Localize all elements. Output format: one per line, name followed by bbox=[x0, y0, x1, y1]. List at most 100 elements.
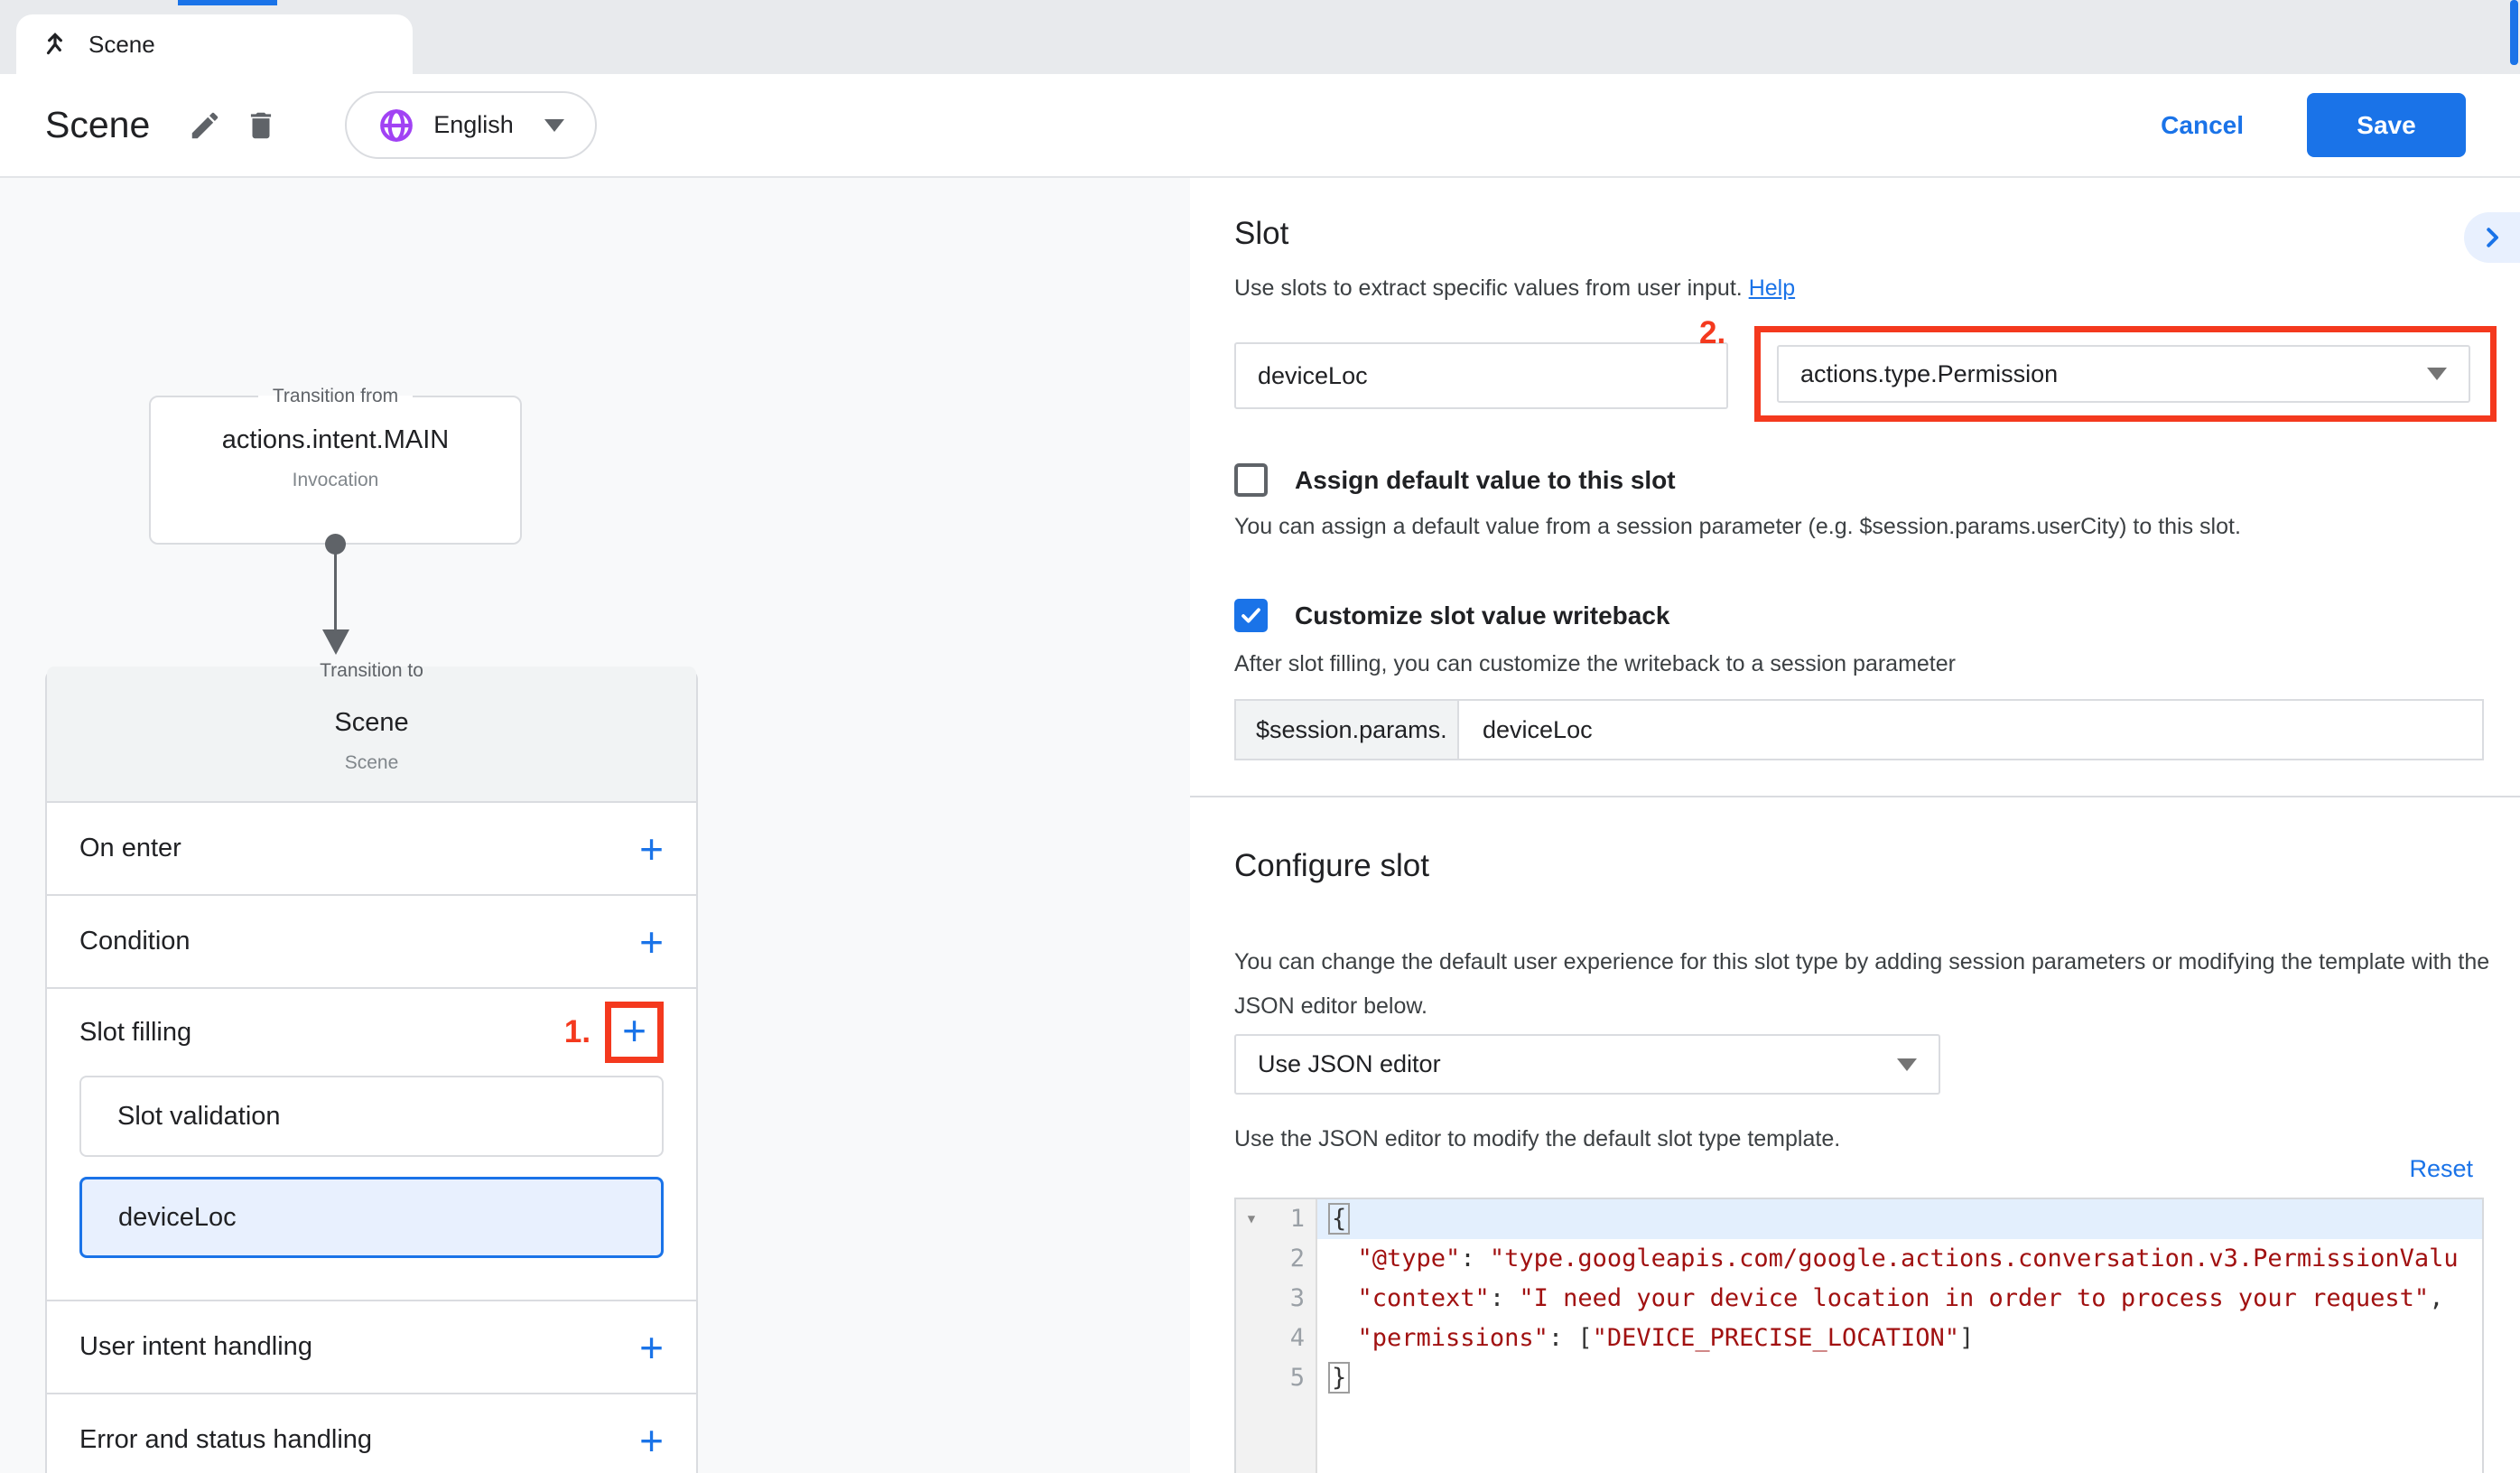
connector-arrowhead-icon bbox=[322, 629, 349, 655]
scene-header: Scene English Cancel Save bbox=[0, 74, 2520, 178]
scene-node-title: Scene bbox=[47, 708, 696, 738]
json-editor-lines: ▼1{2 "@type": "type.googleapis.com/googl… bbox=[1236, 1199, 2482, 1398]
scene-icon bbox=[40, 29, 70, 60]
gutter-cell: ▼1 bbox=[1236, 1199, 1317, 1239]
slot-heading: Slot bbox=[1234, 216, 1288, 252]
dropdown-arrow-icon bbox=[1897, 1058, 1917, 1071]
code-line-4[interactable]: 4 "permissions": ["DEVICE_PRECISE_LOCATI… bbox=[1236, 1319, 2482, 1358]
writeback-param-input[interactable] bbox=[1459, 701, 2482, 759]
slot-description: Use slots to extract specific values fro… bbox=[1234, 275, 1795, 302]
code-content[interactable]: { bbox=[1317, 1199, 2482, 1239]
scrollbar-thumb[interactable] bbox=[2510, 0, 2518, 65]
gutter-cell: 2 bbox=[1236, 1239, 1317, 1279]
language-label: English bbox=[433, 111, 514, 139]
fold-arrow-icon[interactable]: ▼ bbox=[1236, 1199, 1267, 1239]
add-slot-button[interactable]: + bbox=[622, 1010, 646, 1051]
annotation-step-1: 1. bbox=[564, 1014, 590, 1050]
transition-to-card: Transition to Scene Scene On enter + Con… bbox=[45, 660, 698, 1473]
code-content[interactable]: } bbox=[1317, 1358, 2482, 1398]
chevron-down-icon bbox=[544, 119, 564, 132]
scene-node-subtitle: Scene bbox=[345, 752, 399, 773]
browser-tab-indicator bbox=[178, 0, 277, 5]
checkmark-icon bbox=[1239, 603, 1263, 628]
row-condition: Condition + bbox=[47, 894, 696, 987]
save-button[interactable]: Save bbox=[2307, 93, 2466, 157]
slot-validation-label: Slot validation bbox=[117, 1102, 281, 1132]
row-user-intent: User intent handling + bbox=[47, 1300, 696, 1393]
delete-scene-button[interactable] bbox=[233, 98, 289, 154]
language-selector[interactable]: English bbox=[345, 91, 597, 159]
reset-button[interactable]: Reset bbox=[2409, 1155, 2473, 1183]
help-link[interactable]: Help bbox=[1749, 275, 1795, 301]
slot-detail-panel: Slot Use slots to extract specific value… bbox=[1190, 178, 2520, 1473]
writeback-param-group: $session.params. bbox=[1234, 699, 2484, 760]
slot-validation-item[interactable]: Slot validation bbox=[79, 1076, 664, 1157]
code-content[interactable]: "context": "I need your device location … bbox=[1317, 1279, 2482, 1319]
code-line-1[interactable]: ▼1{ bbox=[1236, 1199, 2482, 1239]
slot-description-text: Use slots to extract specific values fro… bbox=[1234, 275, 1743, 301]
tab-scene[interactable]: Scene bbox=[16, 14, 413, 74]
line-number: 2 bbox=[1267, 1239, 1317, 1279]
slot-name-input[interactable] bbox=[1234, 342, 1728, 409]
annotation-box-1: + bbox=[605, 1002, 664, 1063]
slot-filling-label: Slot filling bbox=[79, 1018, 564, 1048]
configure-description: You can change the default user experien… bbox=[1234, 940, 2520, 1029]
page-title: Scene bbox=[45, 104, 150, 146]
slot-type-dropdown[interactable]: actions.type.Permission bbox=[1777, 345, 2470, 403]
json-editor[interactable]: ▼1{2 "@type": "type.googleapis.com/googl… bbox=[1234, 1198, 2484, 1473]
code-content[interactable]: "permissions": ["DEVICE_PRECISE_LOCATION… bbox=[1317, 1319, 2482, 1358]
scene-node-header[interactable]: Scene Scene bbox=[47, 667, 696, 801]
writeback-row: Customize slot value writeback bbox=[1234, 599, 1669, 632]
transition-from-legend: Transition from bbox=[258, 386, 413, 407]
code-content[interactable]: "@type": "type.googleapis.com/google.act… bbox=[1317, 1239, 2482, 1279]
writeback-label: Customize slot value writeback bbox=[1295, 601, 1669, 630]
connector-line bbox=[334, 552, 337, 631]
add-user-intent-button[interactable]: + bbox=[639, 1327, 664, 1368]
chevron-right-icon bbox=[2478, 224, 2506, 251]
slot-type-value: actions.type.Permission bbox=[1800, 360, 2058, 388]
line-number: 1 bbox=[1267, 1199, 1317, 1239]
code-line-2[interactable]: 2 "@type": "type.googleapis.com/google.a… bbox=[1236, 1239, 2482, 1279]
error-status-label: Error and status handling bbox=[79, 1425, 639, 1455]
intent-name: actions.intent.MAIN bbox=[222, 425, 449, 455]
assign-default-label: Assign default value to this slot bbox=[1295, 466, 1676, 495]
transition-from-node[interactable]: Transition from actions.intent.MAIN Invo… bbox=[149, 386, 522, 545]
gutter-cell: 5 bbox=[1236, 1358, 1317, 1398]
assign-default-description: You can assign a default value from a se… bbox=[1234, 514, 2241, 540]
trash-icon bbox=[244, 108, 278, 143]
tab-bar: Scene bbox=[0, 0, 2520, 74]
globe-icon bbox=[377, 107, 415, 145]
assign-default-row: Assign default value to this slot bbox=[1234, 463, 1676, 497]
assign-default-checkbox[interactable] bbox=[1234, 463, 1268, 497]
configure-slot-heading: Configure slot bbox=[1234, 848, 1429, 884]
code-line-5[interactable]: 5} bbox=[1236, 1358, 2482, 1398]
gutter-cell: 3 bbox=[1236, 1279, 1317, 1319]
edit-scene-button[interactable] bbox=[177, 98, 233, 154]
condition-label: Condition bbox=[79, 927, 639, 956]
row-on-enter: On enter + bbox=[47, 801, 696, 894]
session-params-prefix: $session.params. bbox=[1236, 701, 1459, 759]
annotation-box-2: actions.type.Permission bbox=[1754, 326, 2497, 422]
slot-item-label: deviceLoc bbox=[118, 1203, 237, 1233]
editor-mode-dropdown[interactable]: Use JSON editor bbox=[1234, 1034, 1940, 1095]
scene-flow-canvas: Transition from actions.intent.MAIN Invo… bbox=[0, 178, 1190, 1473]
add-condition-button[interactable]: + bbox=[639, 921, 664, 963]
intent-type: Invocation bbox=[293, 470, 379, 491]
slot-item-deviceloc[interactable]: deviceLoc bbox=[79, 1177, 664, 1258]
row-error-status: Error and status handling + bbox=[47, 1393, 696, 1473]
writeback-checkbox[interactable] bbox=[1234, 599, 1268, 632]
code-line-3[interactable]: 3 "context": "I need your device locatio… bbox=[1236, 1279, 2482, 1319]
transition-to-legend: Transition to bbox=[305, 660, 438, 682]
line-number: 3 bbox=[1267, 1279, 1317, 1319]
add-on-enter-button[interactable]: + bbox=[639, 828, 664, 870]
annotation-step-2: 2. bbox=[1699, 315, 1725, 351]
cancel-button[interactable]: Cancel bbox=[2130, 95, 2274, 156]
dropdown-arrow-icon bbox=[2427, 368, 2447, 380]
add-error-handler-button[interactable]: + bbox=[639, 1420, 664, 1461]
editor-mode-value: Use JSON editor bbox=[1258, 1050, 1441, 1078]
collapse-panel-button[interactable] bbox=[2464, 212, 2520, 263]
pencil-icon bbox=[188, 108, 222, 143]
json-editor-hint: Use the JSON editor to modify the defaul… bbox=[1234, 1126, 1840, 1152]
line-number: 5 bbox=[1267, 1358, 1317, 1398]
on-enter-label: On enter bbox=[79, 834, 639, 863]
